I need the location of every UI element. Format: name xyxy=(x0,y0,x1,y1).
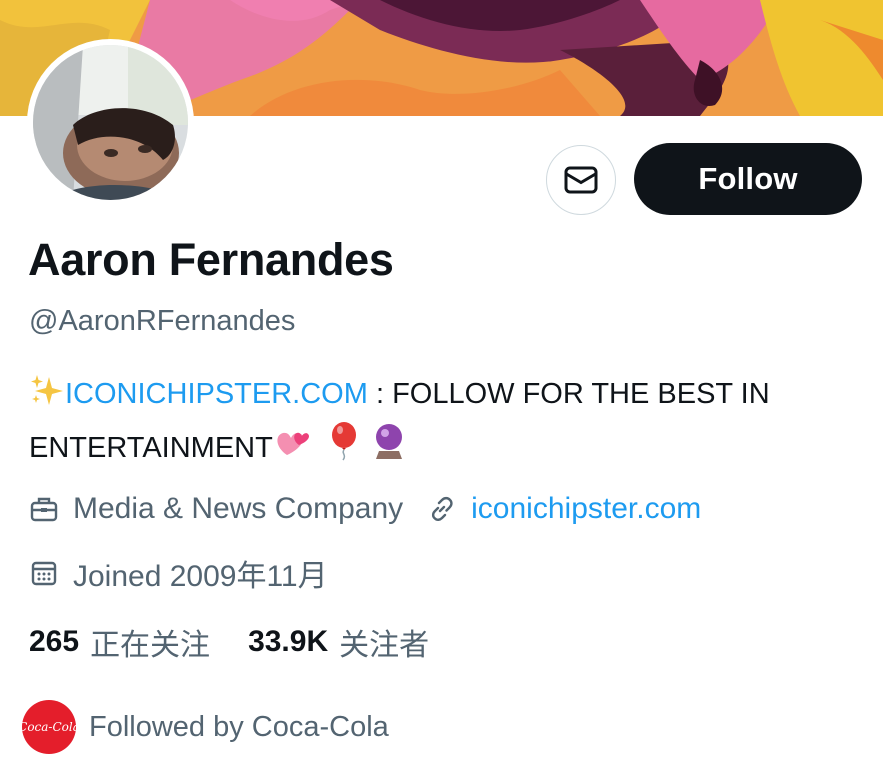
profile-meta-category-row: Media & News Company iconichipster.com xyxy=(29,492,701,526)
profile-website-link[interactable]: iconichipster.com xyxy=(471,492,701,526)
followed-by-row[interactable]: Coca-Cola Followed by Coca-Cola xyxy=(18,700,389,754)
message-button[interactable] xyxy=(546,145,616,215)
bio-link[interactable]: ICONICHIPSTER.COM xyxy=(65,378,368,410)
sparkles-icon xyxy=(29,373,65,421)
profile-name: Aaron Fernandes xyxy=(28,234,394,285)
following-count: 265 xyxy=(29,625,80,658)
crystal-ball-icon xyxy=(371,421,407,475)
followers-count: 33.9K xyxy=(248,625,329,658)
following-label: 正在关注 xyxy=(90,629,211,662)
followers-stat[interactable]: 33.9K 关注者 xyxy=(248,620,429,664)
followed-by-text: Followed by Coca-Cola xyxy=(89,710,389,743)
avatar-photo xyxy=(33,45,188,200)
bio-text-line2: ENTERTAINMENT xyxy=(29,432,273,464)
followers-label: 关注者 xyxy=(339,629,430,662)
profile-stats: 265 正在关注 33.9K 关注者 xyxy=(29,620,429,664)
envelope-icon xyxy=(563,162,599,198)
following-stat[interactable]: 265 正在关注 xyxy=(29,620,210,664)
follower-avatar-logo: Coca-Cola xyxy=(18,720,80,734)
profile-meta-joined-row: Joined 2009年11月 xyxy=(29,551,328,595)
profile-bio: ICONICHIPSTER.COM : FOLLOW FOR THE BEST … xyxy=(29,372,869,475)
follower-avatar: Coca-Cola xyxy=(18,700,80,754)
profile-handle: @AaronRFernandes xyxy=(29,305,296,337)
balloon-icon xyxy=(327,421,361,475)
profile-category: Media & News Company xyxy=(73,492,404,525)
two-hearts-icon xyxy=(273,425,313,475)
profile-joined-date: Joined 2009年11月 xyxy=(73,560,328,593)
profile-avatar[interactable] xyxy=(27,39,194,206)
briefcase-icon xyxy=(29,494,59,524)
bio-text-line1: : FOLLOW FOR THE BEST IN xyxy=(367,378,770,410)
follow-button[interactable]: Follow xyxy=(634,143,862,215)
calendar-icon xyxy=(29,558,59,588)
link-icon xyxy=(427,494,457,524)
